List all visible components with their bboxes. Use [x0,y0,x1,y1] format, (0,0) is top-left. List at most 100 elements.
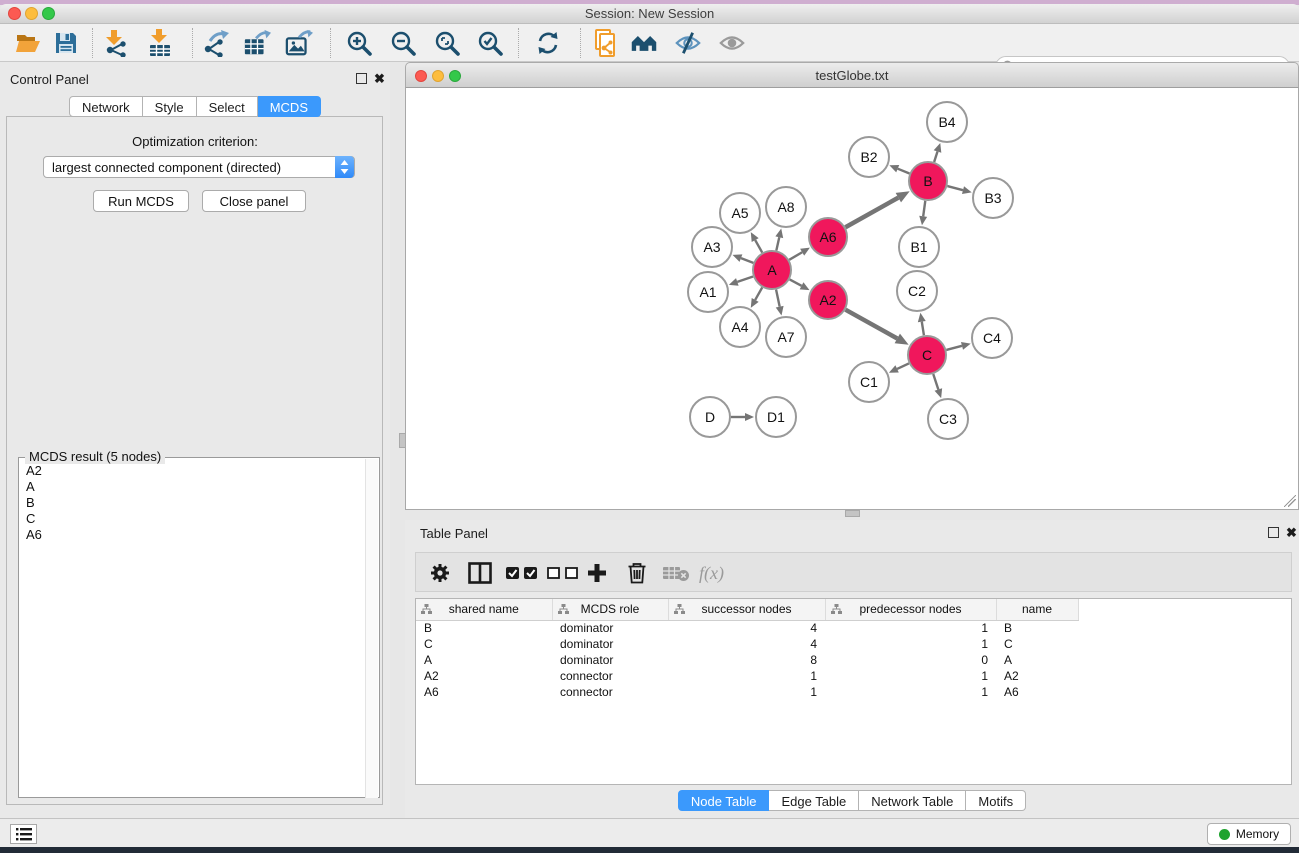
criterion-dropdown[interactable]: largest connected component (directed) [43,156,355,178]
graph-edge-C-C4[interactable] [946,346,962,350]
table-cell[interactable]: 1 [825,620,996,636]
table-cell[interactable]: B [996,620,1078,636]
network-maximize-button[interactable] [449,70,461,82]
delete-table-icon[interactable] [662,562,690,584]
column-header-successor-nodes[interactable]: successor nodes [668,599,825,620]
graph-edge-A-A5[interactable] [755,240,762,253]
graph-edge-A-A2[interactable] [790,279,802,285]
close-panel-button[interactable]: Close panel [202,190,306,212]
graph-edge-A6-B[interactable] [845,198,898,228]
graph-edge-C-C3[interactable] [933,374,938,390]
table-row[interactable]: A6connector11A6 [416,684,1078,700]
table-cell[interactable]: 0 [825,652,996,668]
resize-grip-icon[interactable] [1284,495,1296,507]
table-cell[interactable]: A [416,652,552,668]
graph-edge-A-A6[interactable] [789,252,802,260]
run-mcds-button[interactable]: Run MCDS [93,190,189,212]
show-all-icon[interactable] [718,29,746,57]
add-column-icon[interactable] [586,562,608,584]
mcds-result-item[interactable]: A6 [20,526,366,542]
close-panel-icon[interactable]: ✖ [374,73,385,84]
mcds-result-item[interactable]: A [20,478,366,494]
splitter-handle[interactable] [845,510,860,517]
graph-edge-A2-C[interactable] [845,310,897,339]
table-cell[interactable]: dominator [552,652,668,668]
export-network-icon[interactable] [202,29,230,57]
function-icon[interactable]: f(x) [699,562,724,584]
tab-network-table[interactable]: Network Table [859,790,966,811]
minimize-window-button[interactable] [25,7,38,20]
export-image-icon[interactable] [285,29,313,57]
zoom-out-icon[interactable] [389,29,417,57]
table-row[interactable]: Bdominator41B [416,620,1078,636]
maximize-window-button[interactable] [42,7,55,20]
zoom-selected-icon[interactable] [476,29,504,57]
tab-motifs[interactable]: Motifs [966,790,1026,811]
graph-edge-B-B4[interactable] [934,152,937,162]
close-window-button[interactable] [8,7,21,20]
network-close-button[interactable] [415,70,427,82]
float-panel-icon[interactable] [356,73,367,84]
deselect-all-icon[interactable] [547,562,581,584]
tab-select[interactable]: Select [197,96,258,117]
table-cell[interactable]: 8 [668,652,825,668]
network-minimize-button[interactable] [432,70,444,82]
first-neighbors-icon[interactable] [630,29,658,57]
network-canvas[interactable]: AA1A2A3A4A5A6A7A8BB1B2B3B4CC1C2C3C4DD1 [405,88,1299,510]
graph-edge-A-A8[interactable] [776,237,779,250]
table-row[interactable]: A2connector11A2 [416,668,1078,684]
table-cell[interactable]: C [416,636,552,652]
table-cell[interactable]: 1 [825,684,996,700]
table-cell[interactable]: 1 [668,684,825,700]
splitter-handle[interactable] [399,433,406,448]
float-panel-icon[interactable] [1268,527,1279,538]
table-cell[interactable]: A6 [416,684,552,700]
table-cell[interactable]: 1 [668,668,825,684]
graph-edge-B-B3[interactable] [947,186,963,190]
tab-mcds[interactable]: MCDS [258,96,321,117]
graph-edge-B-B2[interactable] [898,169,910,174]
import-table-icon[interactable] [146,29,174,57]
import-network-icon[interactable] [102,29,130,57]
zoom-fit-icon[interactable] [433,29,461,57]
table-cell[interactable]: connector [552,684,668,700]
table-cell[interactable]: dominator [552,636,668,652]
select-all-icon[interactable] [506,562,540,584]
open-session-icon[interactable] [14,29,42,57]
tab-network[interactable]: Network [69,96,143,117]
settings-gear-icon[interactable] [429,562,451,584]
delete-icon[interactable] [627,562,647,584]
export-table-icon[interactable] [243,29,271,57]
table-row[interactable]: Adominator80A [416,652,1078,668]
network-window-titlebar[interactable]: testGlobe.txt [405,62,1299,88]
graph-edge-A-A4[interactable] [755,287,762,300]
table-cell[interactable]: 1 [825,636,996,652]
mcds-result-item[interactable]: C [20,510,366,526]
mcds-result-item[interactable]: B [20,494,366,510]
table-cell[interactable]: 4 [668,620,825,636]
zoom-in-icon[interactable] [345,29,373,57]
tab-style[interactable]: Style [143,96,197,117]
save-session-icon[interactable] [52,29,80,57]
table-cell[interactable]: 4 [668,636,825,652]
graph-edge-C-C2[interactable] [922,322,924,336]
table-cell[interactable]: B [416,620,552,636]
graph-edge-A-A1[interactable] [737,277,753,282]
table-row[interactable]: Cdominator41C [416,636,1078,652]
refresh-icon[interactable] [534,29,562,57]
column-header-predecessor-nodes[interactable]: predecessor nodes [825,599,996,620]
column-layout-icon[interactable] [468,562,492,584]
table-cell[interactable]: A6 [996,684,1078,700]
hide-selected-icon[interactable] [674,29,702,57]
tab-node-table[interactable]: Node Table [678,790,770,811]
graph-edge-B-B1[interactable] [923,201,925,216]
table-cell[interactable]: connector [552,668,668,684]
memory-button[interactable]: Memory [1207,823,1291,845]
table-cell[interactable]: dominator [552,620,668,636]
tab-edge-table[interactable]: Edge Table [769,790,859,811]
column-header-name[interactable]: name [996,599,1078,620]
graph-edge-A-A3[interactable] [741,258,753,263]
graph-edge-C-C1[interactable] [897,363,909,368]
graph-edge-A-A7[interactable] [776,290,780,307]
table-cell[interactable]: A2 [996,668,1078,684]
